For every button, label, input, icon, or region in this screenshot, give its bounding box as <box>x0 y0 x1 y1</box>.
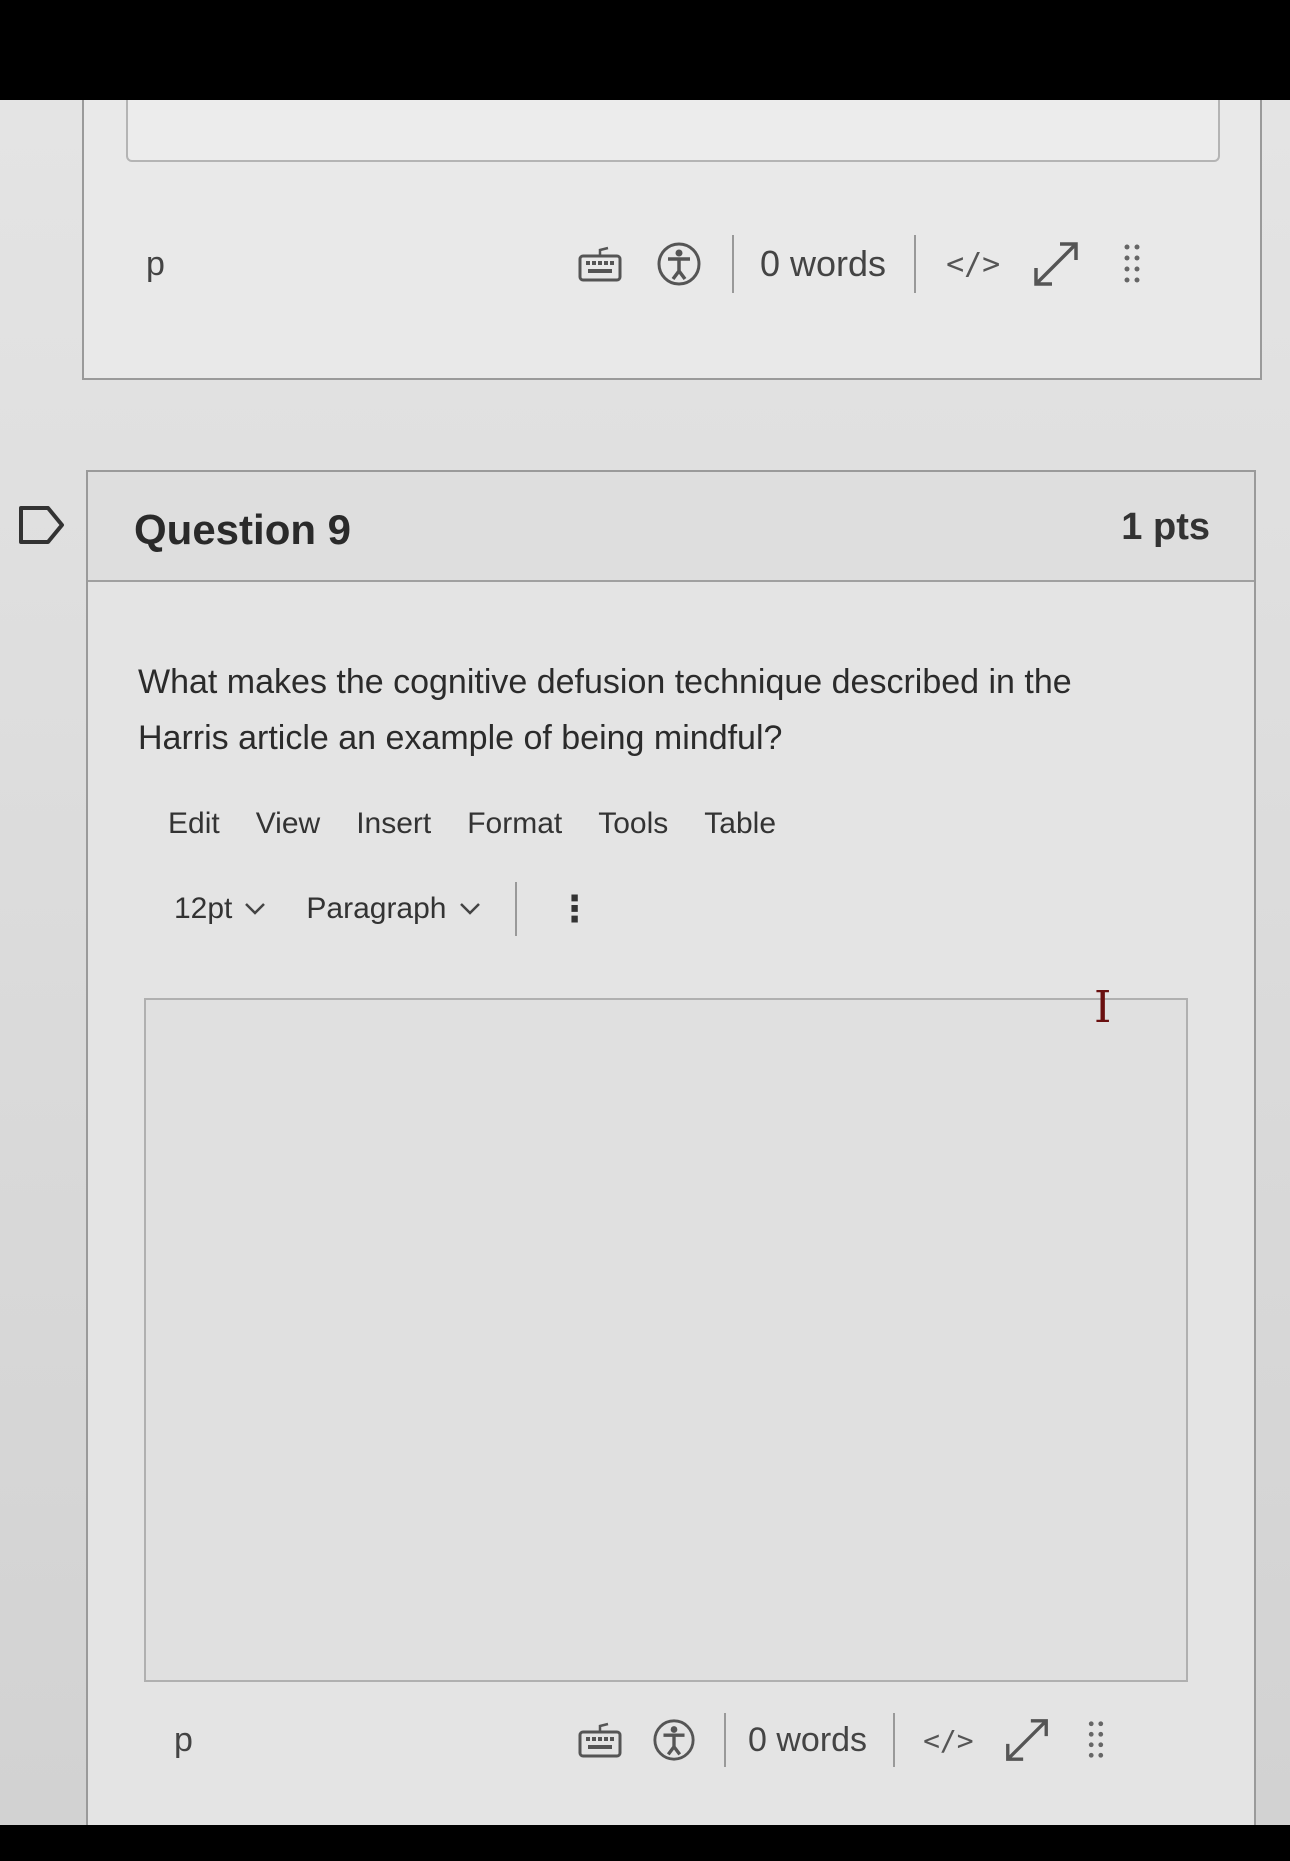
menu-format[interactable]: Format <box>467 807 562 841</box>
more-options-button[interactable]: ⋮ <box>557 888 593 930</box>
question-header: Question 9 1 pts <box>88 472 1254 582</box>
accessibility-icon[interactable] <box>652 1718 696 1762</box>
font-size-dropdown[interactable]: 12pt <box>174 892 266 926</box>
menu-table[interactable]: Table <box>704 807 776 841</box>
keyboard-icon[interactable] <box>578 244 622 284</box>
separator <box>893 1713 896 1767</box>
menu-insert[interactable]: Insert <box>356 807 431 841</box>
question-points: 1 pts <box>1121 506 1210 548</box>
element-path[interactable]: p <box>174 1721 193 1760</box>
word-count[interactable]: 0 words <box>748 1721 867 1760</box>
fullscreen-icon[interactable] <box>1030 238 1082 290</box>
question-title: Question 9 <box>134 506 352 553</box>
separator <box>914 235 917 293</box>
previous-editor-area[interactable] <box>126 100 1220 162</box>
separator <box>724 1713 726 1767</box>
editor-menubar: Edit View Insert Format Tools Table <box>168 807 776 841</box>
menu-tools[interactable]: Tools <box>598 807 668 841</box>
question-panel: Question 9 1 pts What makes the cognitiv… <box>86 470 1256 1825</box>
font-size-value: 12pt <box>174 892 233 925</box>
editor-status-bar: p 0 words </> <box>174 1710 1234 1770</box>
word-count[interactable]: 0 words <box>760 243 886 285</box>
answer-editor[interactable]: I <box>144 982 1188 1682</box>
html-editor-button[interactable]: </> <box>923 1724 974 1757</box>
question-text: What makes the cognitive defusion techni… <box>138 663 1072 757</box>
menu-edit[interactable]: Edit <box>168 807 220 841</box>
editor-toolbar: 12pt Paragraph ⋮ <box>174 882 593 936</box>
element-path[interactable]: p <box>146 245 165 284</box>
screen: p 0 words </> Question 9 1 pts What make… <box>0 100 1290 1825</box>
chevron-down-icon <box>244 902 266 916</box>
separator <box>514 882 517 936</box>
previous-editor-status-bar: p 0 words </> <box>146 234 1256 294</box>
menu-view[interactable]: View <box>256 807 320 841</box>
drag-handle-icon[interactable] <box>1086 1719 1106 1761</box>
drag-handle-icon[interactable] <box>1122 242 1142 286</box>
text-cursor-icon: I <box>1094 982 1112 1033</box>
fullscreen-icon[interactable] <box>1002 1715 1052 1765</box>
chevron-down-icon <box>459 902 481 916</box>
keyboard-icon[interactable] <box>578 1720 622 1760</box>
accessibility-icon[interactable] <box>656 241 702 287</box>
block-format-dropdown[interactable]: Paragraph <box>306 892 480 926</box>
block-format-value: Paragraph <box>306 892 447 925</box>
previous-answer-panel: p 0 words </> <box>82 100 1262 380</box>
flag-question-icon[interactable] <box>18 505 66 550</box>
separator <box>732 235 734 293</box>
html-editor-button[interactable]: </> <box>946 247 1000 282</box>
